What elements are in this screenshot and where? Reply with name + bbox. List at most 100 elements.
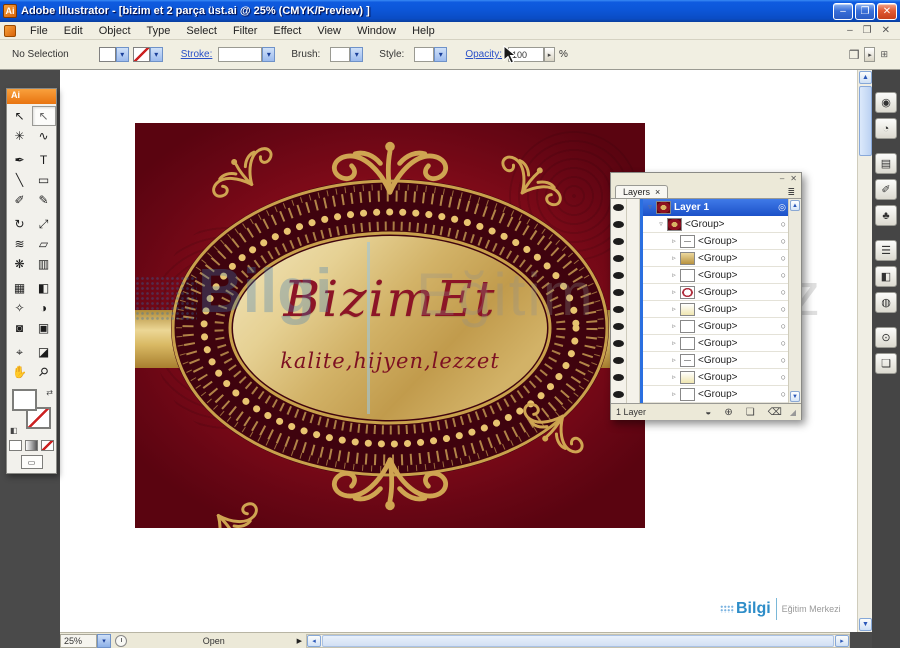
layer-label[interactable]: <Group> — [698, 253, 737, 264]
layers-scrollbar[interactable]: ▲ ▼ — [788, 199, 801, 403]
layer-label[interactable]: <Group> — [698, 304, 737, 315]
minimize-button[interactable]: – — [833, 3, 853, 20]
horizontal-scrollbar[interactable]: ◂ ▸ — [306, 634, 850, 648]
symbol-sprayer-tool[interactable]: ❋ — [8, 254, 32, 274]
panel-minimize-icon[interactable]: ‒ — [780, 174, 784, 183]
graphic-styles-panel-icon[interactable]: ❏ — [875, 353, 897, 374]
layers-scroll-up-icon[interactable]: ▲ — [790, 200, 800, 211]
layer-label[interactable]: Layer 1 — [674, 202, 709, 213]
disclosure-triangle-icon[interactable]: ▹ — [669, 254, 679, 262]
layers-scroll-down-icon[interactable]: ▼ — [790, 391, 800, 402]
menu-filter[interactable]: Filter — [225, 24, 265, 38]
magic-wand-tool[interactable]: ✳ — [8, 126, 32, 146]
new-layer-icon[interactable]: ❏ — [746, 407, 755, 418]
line-segment-tool[interactable]: ╲ — [8, 170, 32, 190]
layer-row[interactable]: ▿ <Group> ○ — [611, 216, 801, 233]
menu-file[interactable]: File — [22, 24, 56, 38]
opacity-link[interactable]: Opacity: — [465, 49, 502, 60]
appearance-panel-icon[interactable]: ⊙ — [875, 327, 897, 348]
layer-thumbnail[interactable] — [680, 388, 695, 401]
free-transform-tool[interactable]: ▱ — [32, 234, 56, 254]
disclosure-triangle-icon[interactable]: ▿ — [645, 203, 655, 211]
target-circle-icon[interactable]: ◎ — [778, 202, 786, 213]
lock-toggle[interactable] — [627, 386, 640, 403]
layer-row-content[interactable]: ▹ <Group> ○ — [643, 284, 788, 301]
vertical-scrollbar[interactable]: ▲ ▼ — [857, 70, 872, 632]
layer-label[interactable]: <Group> — [698, 389, 737, 400]
disclosure-triangle-icon[interactable]: ▹ — [669, 288, 679, 296]
zoom-tool[interactable]: ⚲ — [32, 362, 56, 382]
brushes-panel-icon[interactable]: ✐ — [875, 179, 897, 200]
menu-help[interactable]: Help — [404, 24, 443, 38]
target-circle-icon[interactable]: ○ — [781, 389, 786, 399]
lock-toggle[interactable] — [627, 233, 640, 250]
disclosure-triangle-icon[interactable]: ▿ — [656, 220, 666, 228]
layer-row[interactable]: ▹ <Group> ○ — [611, 284, 801, 301]
zoom-level-field[interactable]: 25% — [60, 634, 97, 648]
paintbrush-tool[interactable]: ✐ — [8, 190, 32, 210]
target-circle-icon[interactable]: ○ — [781, 287, 786, 297]
disclosure-triangle-icon[interactable]: ▹ — [669, 373, 679, 381]
rotate-tool[interactable]: ↻ — [8, 214, 32, 234]
visibility-toggle[interactable] — [611, 250, 627, 267]
panel-menu-icon[interactable]: ≣ — [787, 187, 797, 198]
lock-toggle[interactable] — [627, 369, 640, 386]
menu-select[interactable]: Select — [178, 24, 225, 38]
layer-thumbnail[interactable] — [656, 201, 671, 214]
target-circle-icon[interactable]: ○ — [781, 236, 786, 246]
visibility-toggle[interactable] — [611, 369, 627, 386]
target-circle-icon[interactable]: ○ — [781, 372, 786, 382]
rectangle-tool[interactable]: ▭ — [32, 170, 56, 190]
layer-row[interactable]: ▹ <Group> ○ — [611, 233, 801, 250]
layer-row-content[interactable]: ▹ <Group> ○ — [643, 301, 788, 318]
scroll-up-button[interactable]: ▲ — [859, 71, 872, 84]
eraser-tool[interactable]: ◪ — [32, 342, 56, 362]
layer-row[interactable]: ▹ <Group> ○ — [611, 369, 801, 386]
disclosure-triangle-icon[interactable]: ▹ — [669, 390, 679, 398]
layer-row[interactable]: ▹ <Group> ○ — [611, 335, 801, 352]
menu-window[interactable]: Window — [349, 24, 404, 38]
layer-label[interactable]: <Group> — [698, 287, 737, 298]
visibility-toggle[interactable] — [611, 216, 627, 233]
visibility-toggle[interactable] — [611, 199, 627, 216]
visibility-toggle[interactable] — [611, 335, 627, 352]
disclosure-triangle-icon[interactable]: ▹ — [669, 237, 679, 245]
fill-color-swatch[interactable] — [99, 47, 116, 62]
layer-thumbnail[interactable] — [680, 303, 695, 316]
pencil-tool[interactable]: ✎ — [32, 190, 56, 210]
lock-toggle[interactable] — [627, 352, 640, 369]
tab-close-icon[interactable]: × — [655, 187, 660, 197]
layer-row[interactable]: ▹ <Group> ○ — [611, 250, 801, 267]
target-circle-icon[interactable]: ○ — [781, 304, 786, 314]
layer-row-content[interactable]: ▹ <Group> ○ — [643, 335, 788, 352]
brush-field[interactable] — [330, 47, 350, 62]
doc-restore-button[interactable]: ❐ — [863, 25, 872, 36]
transparency-panel-icon[interactable]: ◍ — [875, 292, 897, 313]
zoom-dropdown[interactable]: ▾ — [97, 634, 111, 648]
tab-layers[interactable]: Layers × — [615, 185, 668, 198]
opacity-input[interactable]: 100 — [508, 47, 544, 62]
delete-layer-icon[interactable]: ⌫ — [768, 407, 782, 418]
layer-row[interactable]: ▹ <Group> ○ — [611, 318, 801, 335]
disclosure-triangle-icon[interactable]: ▹ — [669, 356, 679, 364]
visibility-toggle[interactable] — [611, 318, 627, 335]
lock-toggle[interactable] — [627, 318, 640, 335]
layer-row-content[interactable]: ▹ <Group> ○ — [643, 386, 788, 403]
close-button[interactable]: ✕ — [877, 3, 897, 20]
warp-tool[interactable]: ≋ — [8, 234, 32, 254]
eyedropper-tool[interactable]: ✧ — [8, 298, 32, 318]
graph-tool[interactable]: ▥ — [32, 254, 56, 274]
visibility-toggle[interactable] — [611, 267, 627, 284]
layer-row[interactable]: ▹ <Group> ○ — [611, 301, 801, 318]
scroll-down-button[interactable]: ▼ — [859, 618, 872, 631]
layer-label[interactable]: <Group> — [698, 355, 737, 366]
layer-thumbnail[interactable] — [680, 354, 695, 367]
gradient-button[interactable] — [25, 440, 38, 451]
fill-swatch[interactable] — [12, 389, 37, 411]
target-circle-icon[interactable]: ○ — [781, 253, 786, 263]
tools-palette-header[interactable]: Ai — [7, 89, 56, 104]
layer-row-content[interactable]: ▿ <Group> ○ — [643, 216, 788, 233]
lock-toggle[interactable] — [627, 216, 640, 233]
layer-row-content[interactable]: ▹ <Group> ○ — [643, 267, 788, 284]
doc-minimize-button[interactable]: – — [847, 25, 853, 36]
